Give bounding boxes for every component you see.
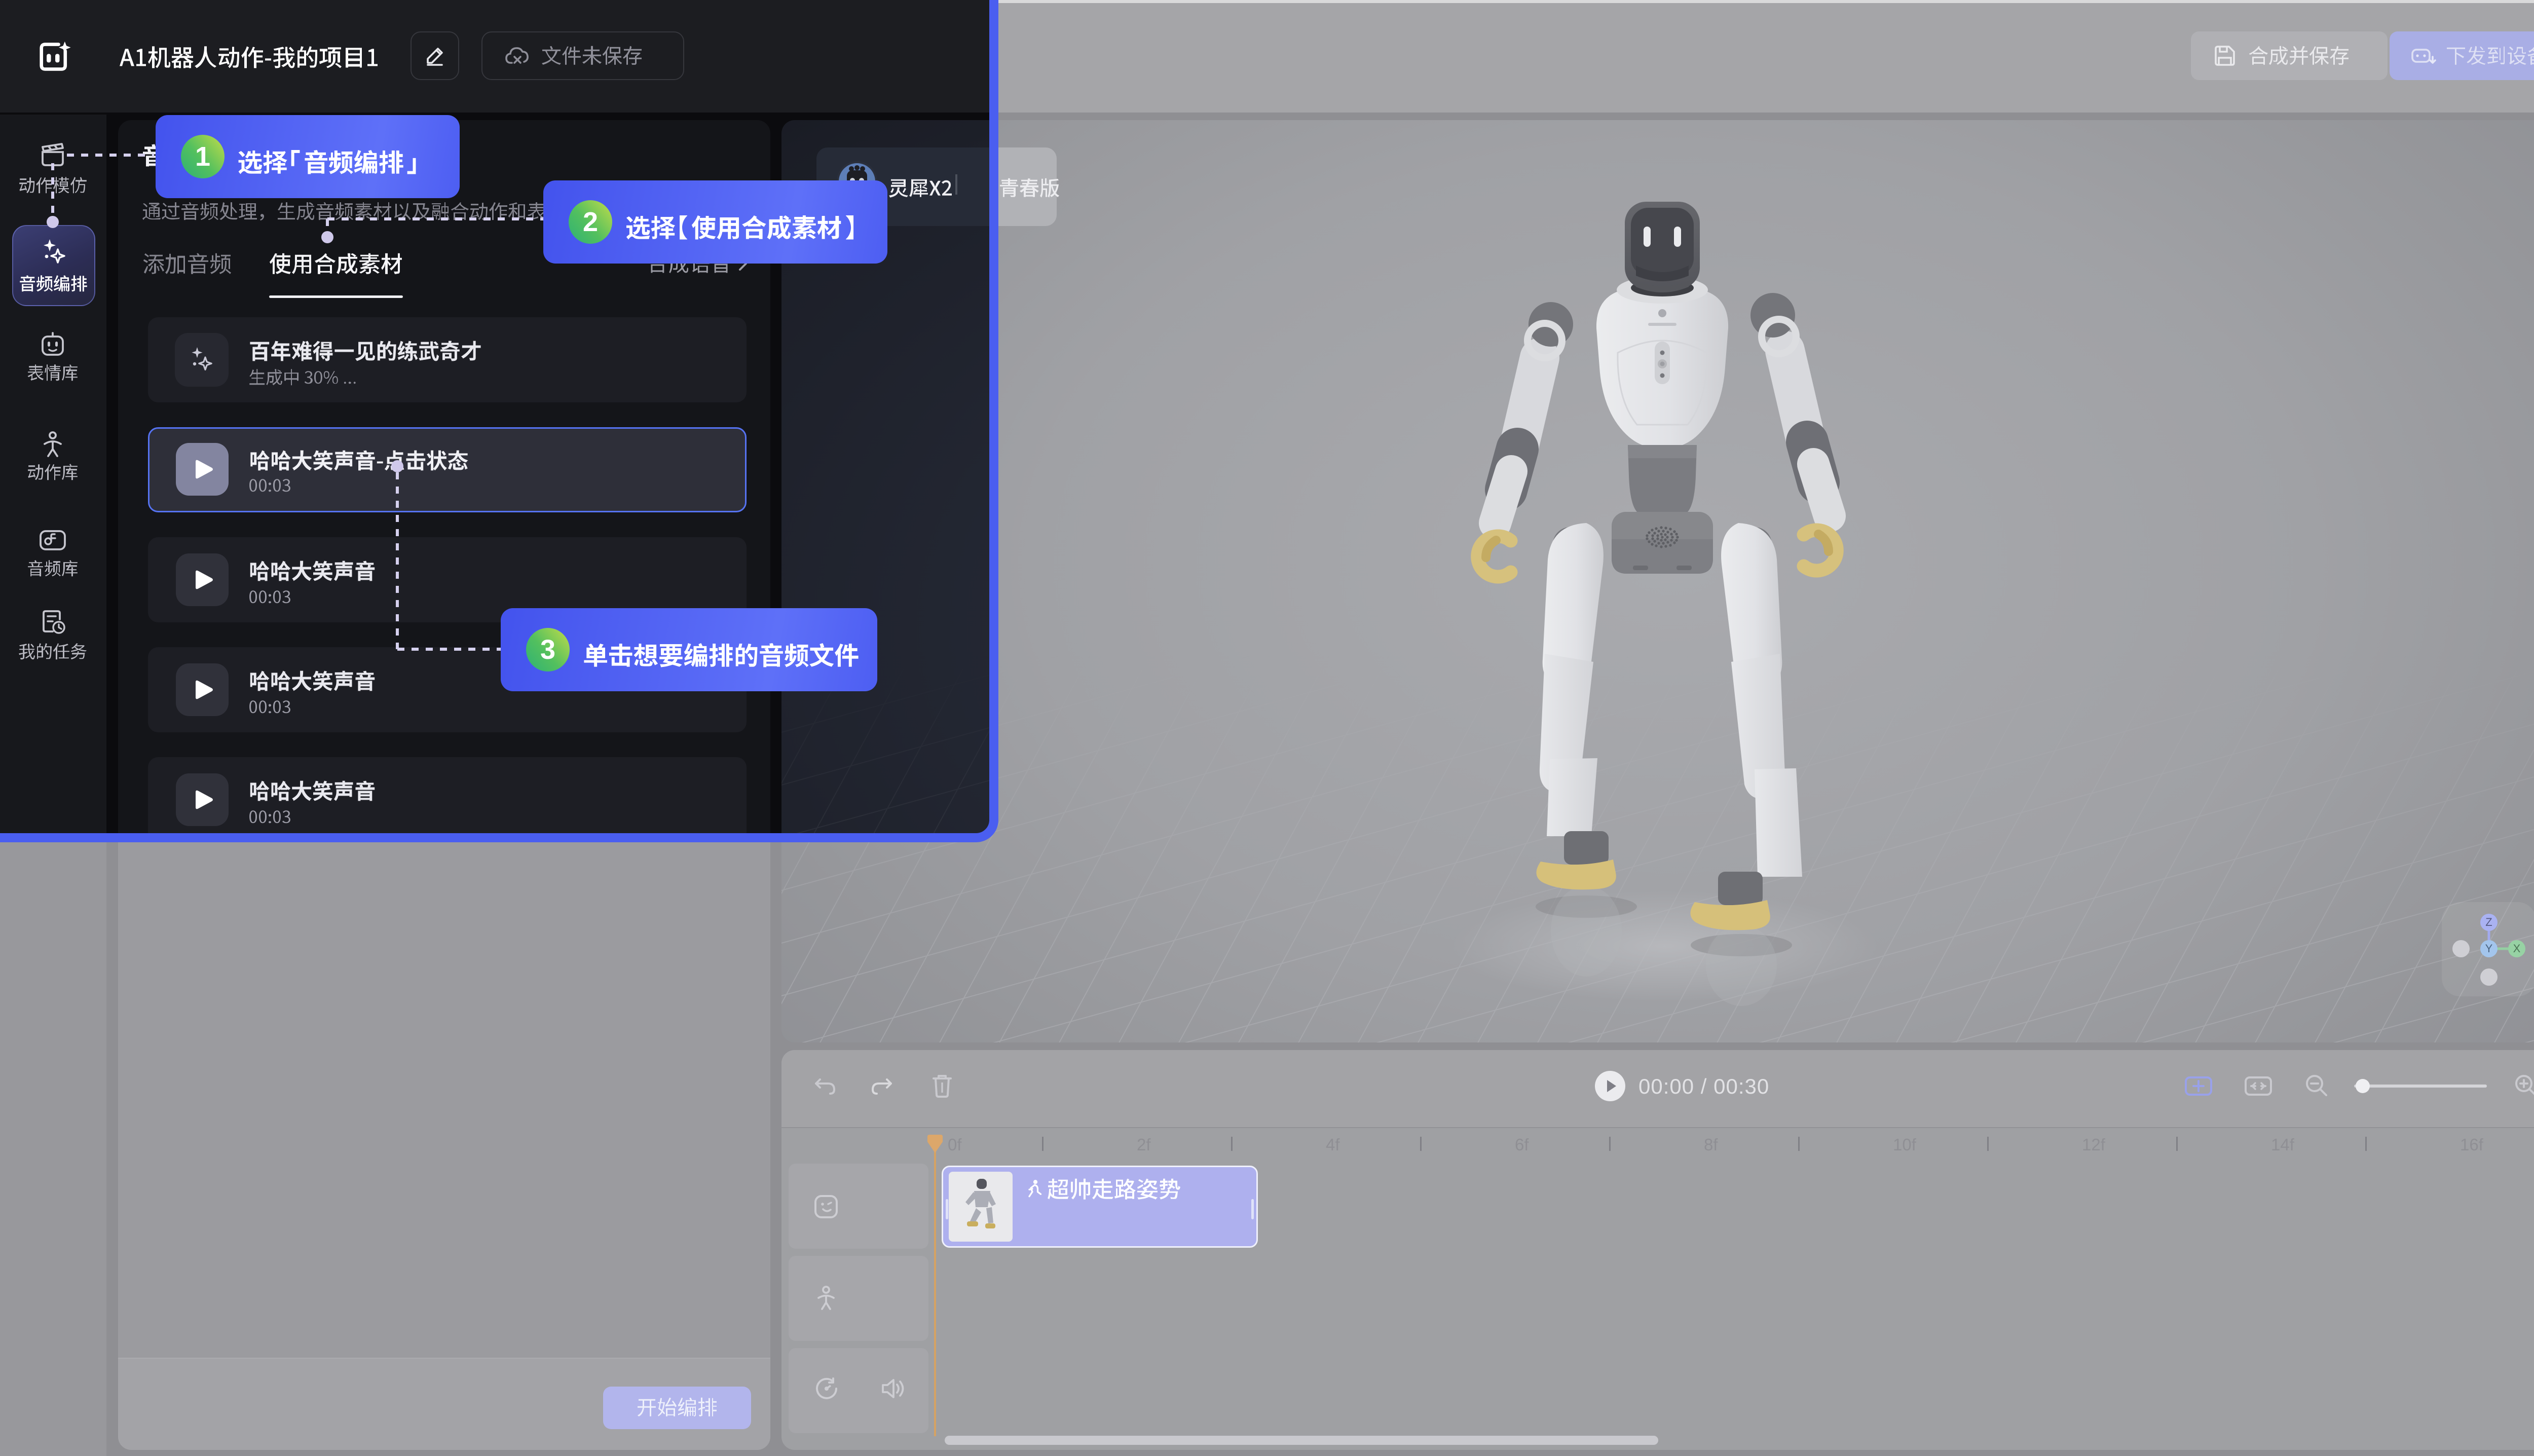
svg-text:Z: Z — [2485, 916, 2492, 928]
svg-text:Y: Y — [2485, 942, 2493, 955]
svg-text:X: X — [2513, 942, 2521, 955]
